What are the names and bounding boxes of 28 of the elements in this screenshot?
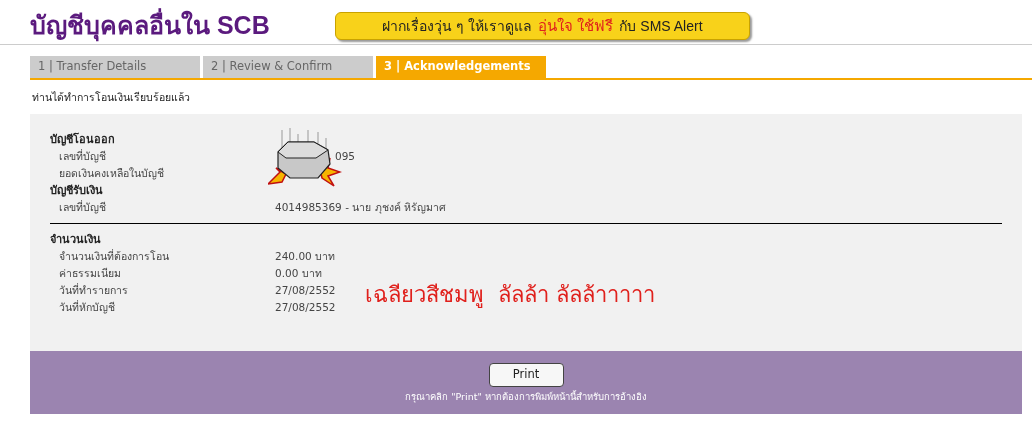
field-value: 27/08/2552 (275, 300, 336, 316)
field-value: 4014985369 - นาย ภุชงค์ หิรัญมาศ (275, 200, 446, 216)
section-heading: บัญชีรับเงิน (50, 182, 104, 199)
field-label: จำนวนเงินที่ต้องการโอน (59, 249, 170, 265)
print-button[interactable]: Print (488, 362, 564, 387)
step-tab[interactable]: 1 | Transfer Details (30, 56, 200, 78)
field-label: ยอดเงินคงเหลือในบัญชี (59, 166, 165, 182)
field-value: 27/08/2552 (275, 283, 336, 299)
field-label: วันที่หักบัญชี (59, 300, 116, 316)
field-label: ค่าธรรมเนียม (59, 266, 122, 282)
section-heading: บัญชีโอนออก (50, 131, 116, 148)
field-label: วันที่ทำรายการ (59, 283, 129, 299)
field-value: 240.00 บาท (275, 249, 336, 265)
print-instruction: กรุณาคลิก "Print" หากต้องการพิมพ์หน้านี้สำหรับการอ้างอิง (405, 389, 647, 404)
section-heading: จำนวนเงิน (50, 231, 102, 248)
sms-alert-banner[interactable]: ฝากเรื่องวุ่น ๆ ให้เราดูแล อุ่นใจ ใช้ฟรี กับ SMS Alert (335, 12, 750, 40)
field-value: 0.00 บาท (275, 266, 322, 282)
field-label: เลขที่บัญชี (59, 200, 107, 216)
step-tab[interactable]: 3 | Acknowledgements (376, 56, 546, 78)
field-label: เลขที่บัญชี (59, 149, 107, 165)
banner-text: ฝากเรื่องวุ่น ๆ ให้เราดูแล (382, 16, 533, 37)
overlay-caption: เฉลียวสีชมพู ลัลล้า ลัลล้าาาาา (365, 280, 655, 310)
page-title: บัญชีบุคคลอื่นใน SCB (30, 7, 335, 45)
banner-highlight: อุ่นใจ ใช้ฟรี (538, 15, 614, 38)
field-value: 095 (335, 149, 356, 165)
confirmation-message: ท่านได้ทำการโอนเงินเรียบร้อยแล้ว (32, 90, 191, 105)
banner-text: กับ SMS Alert (619, 16, 703, 36)
step-tab[interactable]: 2 | Review & Confirm (203, 56, 373, 78)
